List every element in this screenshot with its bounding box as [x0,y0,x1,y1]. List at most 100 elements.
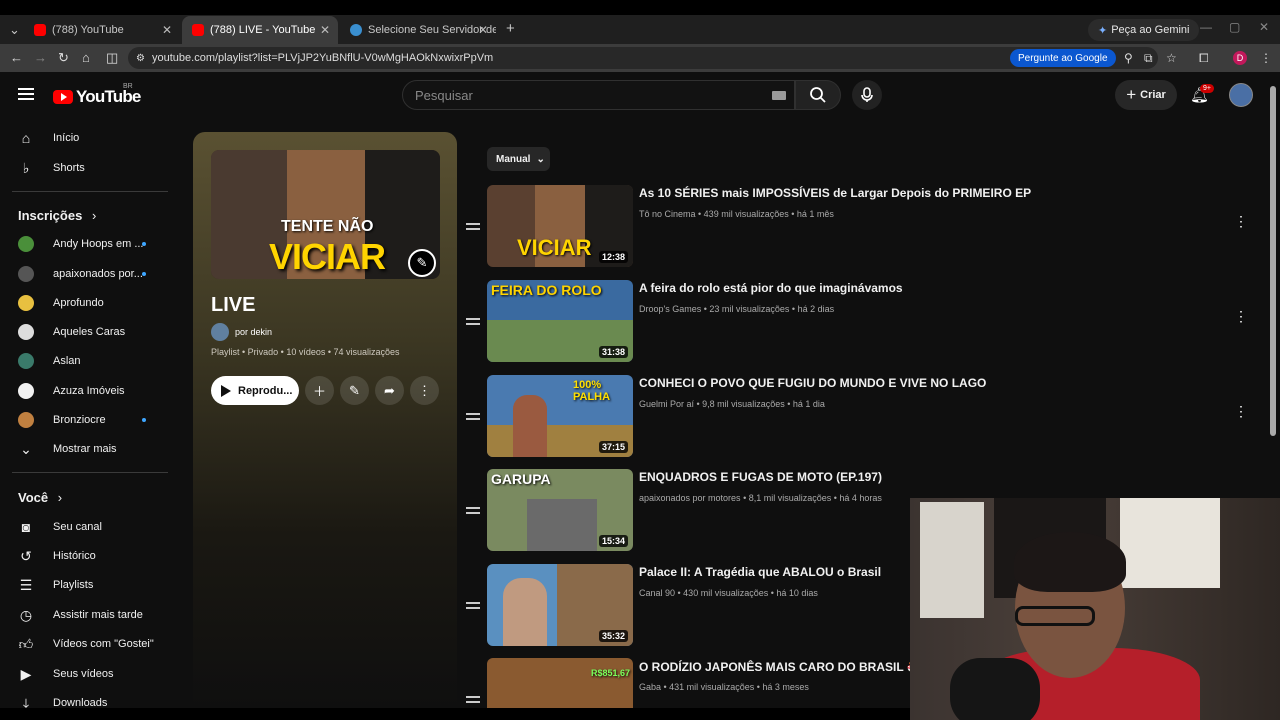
sidebar-item-subscription[interactable]: Aprofundo [0,288,176,318]
browser-menu-icon[interactable]: ⋮ [1260,51,1272,65]
video-more-icon[interactable]: ⋮ [1234,309,1248,323]
sidebar-divider [12,472,168,473]
browser-profile-avatar[interactable]: D [1233,51,1247,65]
video-more-icon[interactable]: ⋮ [1234,404,1248,418]
keyboard-icon[interactable] [772,91,786,100]
video-thumbnail[interactable]: 100% PALHA 37:15 [487,375,633,457]
bookmark-star-icon[interactable]: ☆ [1166,51,1177,65]
tab-search-icon[interactable]: ⌄ [9,22,20,38]
split-view-icon[interactable]: ◫ [106,50,118,66]
sidebar-item-label: Playlists [53,579,94,591]
drag-handle-icon[interactable] [466,318,480,325]
close-tab-icon[interactable]: ✕ [478,23,488,37]
owner-name: por dekin [235,327,273,337]
playlist-video-row[interactable]: FEIRA DO ROLO 31:38 A feira do rolo está… [466,280,1260,366]
sidebar-item-subscription[interactable]: apaixonados por... [0,259,176,289]
video-title[interactable]: CONHECI O POVO QUE FUGIU DO MUNDO E VIVE… [639,376,986,390]
sidebar-item-your-videos[interactable]: ▶ Seus vídeos [0,659,176,689]
video-title[interactable]: Palace II: A Tragédia que ABALOU o Brasi… [639,565,881,579]
sidebar-item-subscription[interactable]: Aqueles Caras [0,317,176,347]
sidebar-item-your-channel[interactable]: ◙ Seu canal [0,512,176,542]
sidebar-item-home[interactable]: ⌂ Início [0,123,176,153]
video-duration: 35:32 [598,630,628,642]
new-tab-icon[interactable]: + [506,20,515,37]
drag-handle-icon[interactable] [466,223,480,230]
extensions-icon[interactable]: ⧠ [1199,51,1209,66]
menu-hamburger-icon[interactable] [18,88,34,100]
share-button[interactable]: ➦ [375,376,404,405]
sidebar-show-more[interactable]: ⌄ Mostrar mais [0,434,176,464]
close-tab-icon[interactable]: ✕ [320,23,330,37]
drag-handle-icon[interactable] [466,696,480,703]
sidebar-item-liked-videos[interactable]: 👍︎ Vídeos com "Gostei" [0,629,176,659]
sidebar-item-label: Aprofundo [53,297,104,309]
minimize-icon[interactable]: — [1200,20,1212,34]
video-title[interactable]: A feira do rolo está pior do que imaginá… [639,281,903,295]
play-all-button[interactable]: Reprodu... [211,376,299,405]
forward-icon[interactable]: → [34,50,47,65]
video-title[interactable]: As 10 SÉRIES mais IMPOSSÍVEIS de Largar … [639,186,1031,200]
sidebar-item-history[interactable]: ↺ Histórico [0,541,176,571]
video-thumbnail[interactable]: 35:32 [487,564,633,646]
sidebar-item-subscription[interactable]: Aslan [0,346,176,376]
video-thumbnail[interactable]: VICIAR 12:38 [487,185,633,267]
tab-youtube-home[interactable]: (788) YouTube ✕ [24,16,180,44]
search-button[interactable] [795,80,841,110]
tab-server-select[interactable]: Selecione Seu Servidor de Jogo ✕ [340,16,496,44]
sidebar-item-subscription[interactable]: Bronziocre [0,405,176,435]
sidebar-item-subscription[interactable]: Azuza Imóveis [0,376,176,406]
zoom-icon[interactable]: ⚲ [1124,51,1133,65]
channel-avatar [18,266,34,282]
install-icon[interactable]: ⧉ [1144,51,1153,66]
page-scrollbar[interactable] [1270,86,1276,436]
sidebar-item-label: Seu canal [53,521,102,533]
close-window-icon[interactable]: ✕ [1259,20,1269,34]
video-more-icon[interactable]: ⋮ [1234,214,1248,228]
playlist-header-panel: TENTE NÃO VICIAR ✎ LIVE por dekin Playli… [193,132,457,708]
playlist-thumbnail[interactable]: TENTE NÃO VICIAR [211,150,440,279]
gemini-label: Peça ao Gemini [1111,24,1190,36]
owner-avatar [211,323,229,341]
ask-google-button[interactable]: Pergunte ao Google [1010,49,1116,67]
video-title[interactable]: O RODÍZIO JAPONÊS MAIS CARO DO BRASIL 🍣 … [639,660,940,674]
home-browser-icon[interactable]: ⌂ [82,50,90,65]
edit-thumbnail-pencil-icon[interactable]: ✎ [408,249,436,277]
voice-search-button[interactable] [852,80,882,110]
drag-handle-icon[interactable] [466,413,480,420]
youtube-logo[interactable]: YouTube BR [53,83,141,107]
video-thumbnail[interactable]: R$851,67 [487,658,633,708]
new-content-dot [142,242,146,246]
sidebar-item-playlists[interactable]: ☰ Playlists [0,570,176,600]
video-thumbnail[interactable]: FEIRA DO ROLO 31:38 [487,280,633,362]
sidebar-item-watch-later[interactable]: ◷ Assistir mais tarde [0,600,176,630]
playlist-owner[interactable]: por dekin [211,323,272,341]
new-content-dot [142,272,146,276]
account-avatar[interactable] [1229,83,1253,107]
you-heading[interactable]: Você › [18,490,62,505]
create-button[interactable]: + Criar [1115,80,1177,110]
reload-icon[interactable]: ↻ [58,50,69,66]
gemini-button[interactable]: ✦ Peça ao Gemini [1088,19,1200,41]
video-thumbnail[interactable]: GARUPA 15:34 [487,469,633,551]
edit-playlist-button[interactable]: ✎ [340,376,369,405]
drag-handle-icon[interactable] [466,507,480,514]
tab-youtube-live[interactable]: (788) LIVE - YouTube ✕ [182,16,338,44]
subscriptions-heading[interactable]: Inscrições › [18,208,96,223]
close-tab-icon[interactable]: ✕ [162,23,172,37]
drag-handle-icon[interactable] [466,602,480,609]
maximize-icon[interactable]: ▢ [1229,20,1240,34]
site-info-icon[interactable]: ⚙ [136,53,145,64]
sidebar-item-subscription[interactable]: Andy Hoops em ... [0,229,176,259]
add-to-button[interactable]: ＋ [305,376,334,405]
playlist-video-row[interactable]: 100% PALHA 37:15 CONHECI O POVO QUE FUGI… [466,375,1260,461]
playlist-video-row[interactable]: VICIAR 12:38 As 10 SÉRIES mais IMPOSSÍVE… [466,185,1260,271]
video-title[interactable]: ENQUADROS E FUGAS DE MOTO (EP.197) [639,470,882,484]
sidebar-item-shorts[interactable]: ♭ Shorts [0,153,176,183]
back-icon[interactable]: ← [10,50,23,65]
more-actions-button[interactable]: ⋮ [410,376,439,405]
sort-dropdown[interactable]: Manual ⌄ [487,147,550,171]
search-input[interactable]: Pesquisar [402,80,795,110]
search-icon [810,87,826,103]
webcam-overlay [910,498,1280,720]
url-field[interactable]: ⚙ youtube.com/playlist?list=PLVjJP2YuBNf… [128,47,1158,69]
